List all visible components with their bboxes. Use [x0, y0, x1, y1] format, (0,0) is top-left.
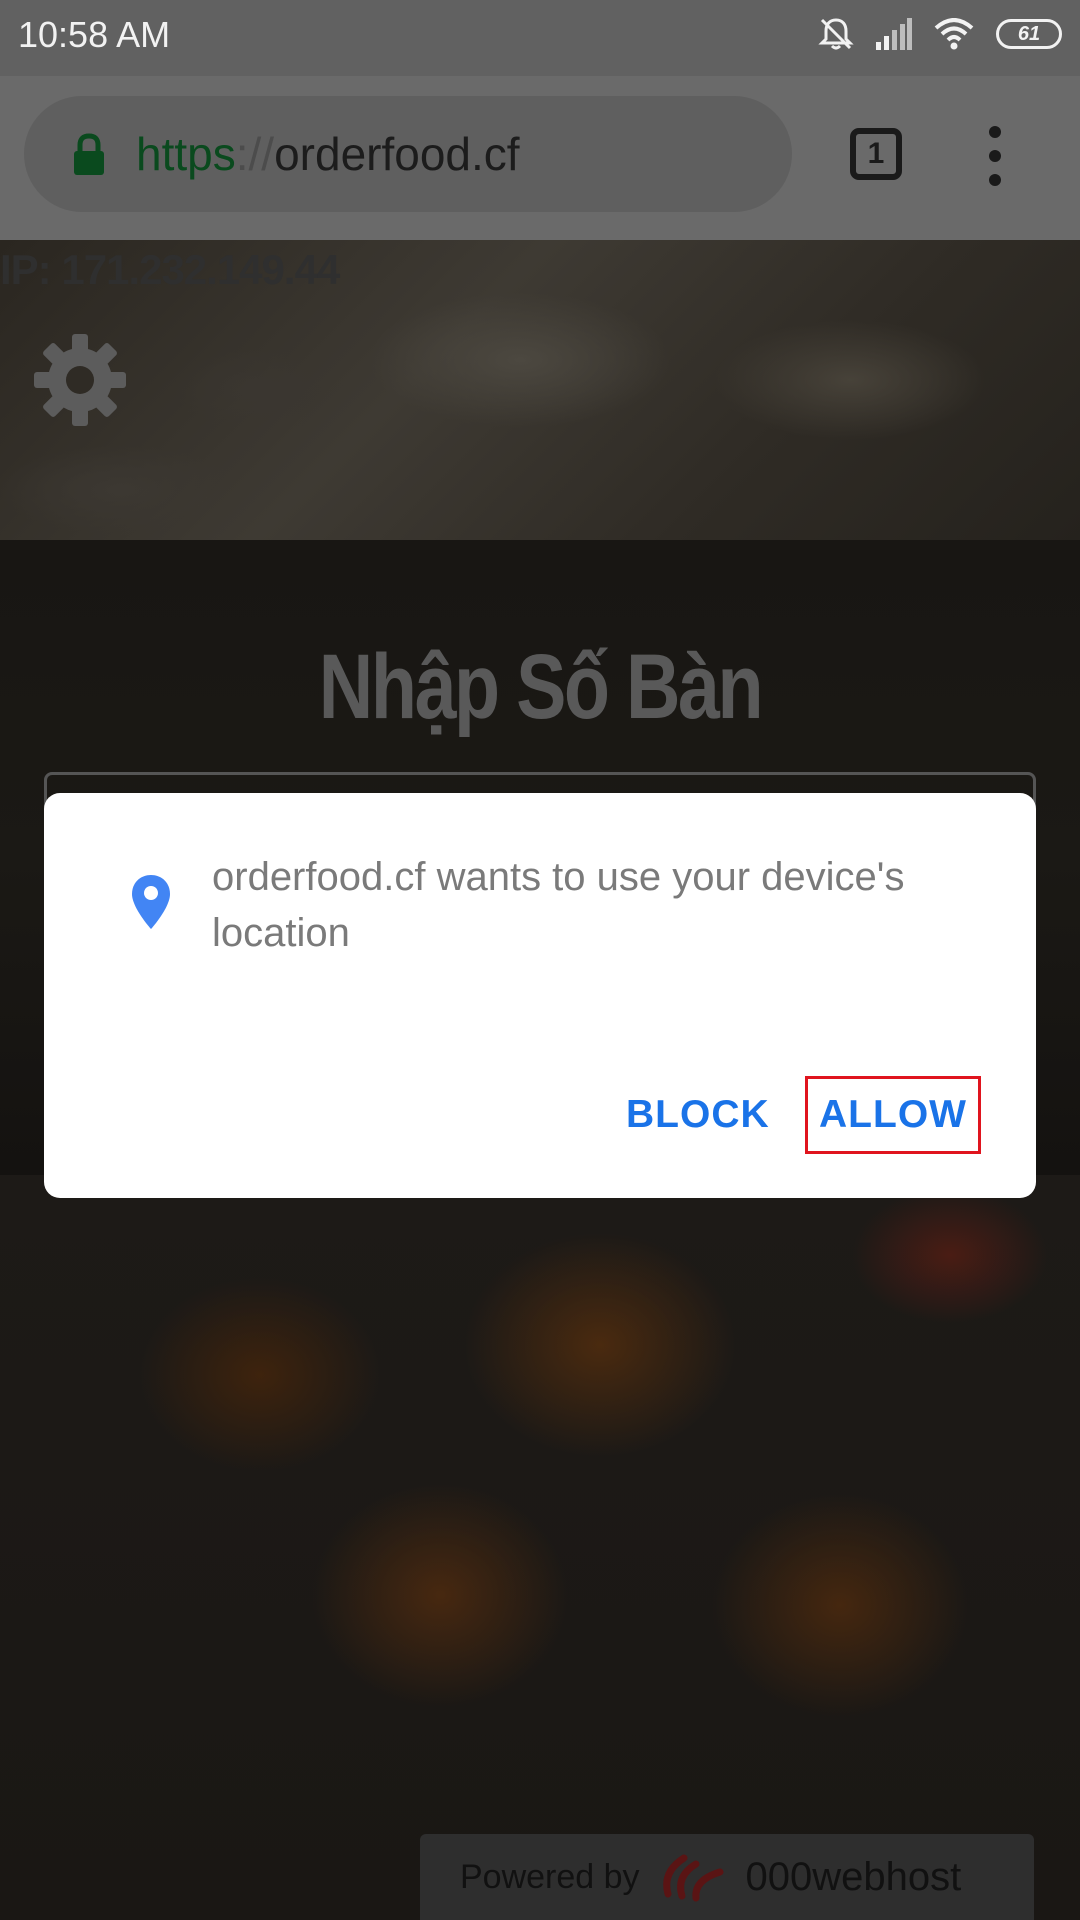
- location-pin-icon: [132, 875, 170, 929]
- gear-icon[interactable]: [30, 330, 130, 430]
- address-bar: https://orderfood.cf 1: [0, 76, 1080, 240]
- status-time: 10:58 AM: [18, 14, 171, 55]
- kebab-dot-icon: [989, 174, 1001, 186]
- url-host: orderfood.cf: [274, 128, 520, 180]
- host-brand-label: 000webhost: [745, 1854, 962, 1899]
- battery-level: 61: [1017, 22, 1041, 45]
- lock-icon: [74, 133, 104, 175]
- signal-icon: [876, 18, 912, 50]
- mute-icon: [818, 18, 854, 50]
- status-bar: 10:58 AM 61: [0, 0, 1080, 76]
- battery-icon: 61: [996, 19, 1062, 49]
- food-photo-pakora: [0, 1175, 1080, 1920]
- url-scheme: https: [136, 128, 236, 180]
- kebab-dot-icon: [989, 150, 1001, 162]
- tab-switcher-button[interactable]: 1: [850, 128, 902, 180]
- wifi-icon: [934, 18, 974, 50]
- powered-by-banner[interactable]: Powered by 000webhost: [420, 1834, 1034, 1920]
- more-menu-button[interactable]: [975, 126, 1015, 186]
- page-title: Nhập Số Bàn: [318, 636, 764, 738]
- status-icons: 61: [818, 16, 1062, 52]
- dialog-message: orderfood.cf wants to use your device's …: [212, 855, 905, 955]
- location-permission-dialog: orderfood.cf wants to use your device's …: [44, 793, 1036, 1198]
- block-button[interactable]: BLOCK: [608, 1083, 788, 1147]
- allow-button[interactable]: ALLOW: [805, 1076, 981, 1154]
- url-bar[interactable]: https://orderfood.cf: [24, 96, 792, 212]
- url-separator: ://: [235, 128, 275, 180]
- webhost-logo-icon: [662, 1854, 724, 1902]
- kebab-dot-icon: [989, 126, 1001, 138]
- powered-by-label: Powered by: [460, 1857, 640, 1896]
- ip-address-text: IP: 171.232.149.44: [0, 246, 340, 293]
